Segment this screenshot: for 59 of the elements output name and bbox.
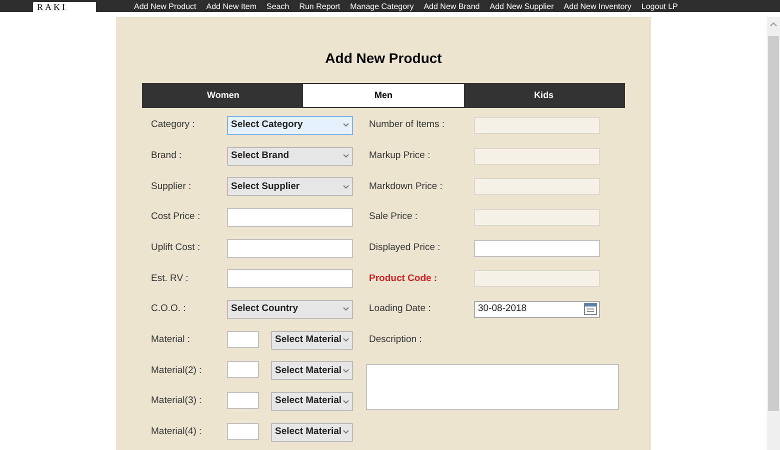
field-label: Number of Items : (369, 118, 446, 132)
field-label: Loading Date : (369, 302, 432, 316)
input-field[interactable] (227, 269, 353, 288)
field-label: Material : (151, 333, 192, 348)
nav-link[interactable]: Logout LP (641, 2, 678, 12)
select-dropdown[interactable]: Select Material (271, 361, 353, 380)
select-dropdown[interactable]: Select Category (227, 116, 353, 135)
field-label: Cost Price : (151, 210, 202, 224)
nav-link[interactable]: Add New Inventory (564, 2, 632, 12)
input-field[interactable] (227, 238, 353, 258)
field-label: Markdown Price : (369, 180, 444, 194)
field-label: Brand : (151, 148, 183, 163)
input-field[interactable] (227, 208, 353, 227)
input-field[interactable] (227, 422, 259, 440)
field-label: Description : (369, 333, 422, 348)
nav-link[interactable]: Manage Category (350, 2, 414, 12)
caret-icon (343, 154, 349, 158)
input-field[interactable] (227, 392, 259, 410)
caret-icon (343, 368, 349, 373)
nav-link[interactable]: Add New Brand (424, 2, 480, 12)
field-label: Category : (151, 118, 196, 132)
form-title: Add New Product (324, 49, 443, 68)
select-dropdown[interactable]: Select Material (271, 392, 353, 412)
input-field[interactable] (227, 361, 259, 378)
field-label: C.O.O. : (151, 302, 187, 316)
field-label: Material(3) : (151, 394, 203, 408)
select-dropdown[interactable]: Select Supplier (227, 177, 353, 196)
calendar-icon[interactable] (584, 303, 597, 316)
nav-link[interactable]: Add New Item (206, 2, 257, 12)
caret-icon (343, 400, 349, 404)
field-label: Uplift Cost : (151, 240, 202, 255)
input-field[interactable] (227, 330, 259, 348)
description-textarea[interactable] (366, 364, 619, 410)
select-dropdown[interactable]: Select Country (227, 300, 353, 319)
nav-link[interactable]: Seach (266, 2, 290, 12)
scrollbar-thumb[interactable] (768, 36, 779, 411)
field-label: Supplier : (151, 180, 192, 194)
select-dropdown[interactable]: Select Material (271, 422, 353, 442)
caret-icon (343, 184, 349, 189)
nav-link[interactable]: Add New Supplier (490, 2, 554, 12)
logo: RAKI (33, 2, 96, 12)
select-dropdown[interactable]: Select Brand (227, 146, 353, 166)
date-field[interactable]: 30-08-2018 (474, 300, 600, 318)
nav-link[interactable]: Add New Product (134, 2, 196, 12)
field-label: Material(4) : (151, 425, 203, 440)
field-label: Sale Price : (369, 210, 419, 224)
caret-icon (343, 307, 349, 312)
caret-icon (343, 430, 349, 434)
field-label: Material(2) : (151, 364, 203, 378)
field-label: Est. RV : (151, 272, 190, 286)
nav-link[interactable]: Run Report (299, 2, 340, 12)
field-label: Markup Price : (369, 148, 432, 163)
caret-icon (343, 338, 349, 342)
field-label: Product Code : (369, 272, 438, 286)
category-tab[interactable]: Men (303, 84, 464, 107)
caret-icon (343, 123, 349, 128)
field-label: Displayed Price : (369, 240, 442, 255)
input-field[interactable] (474, 240, 600, 257)
select-dropdown[interactable]: Select Material (271, 330, 353, 350)
